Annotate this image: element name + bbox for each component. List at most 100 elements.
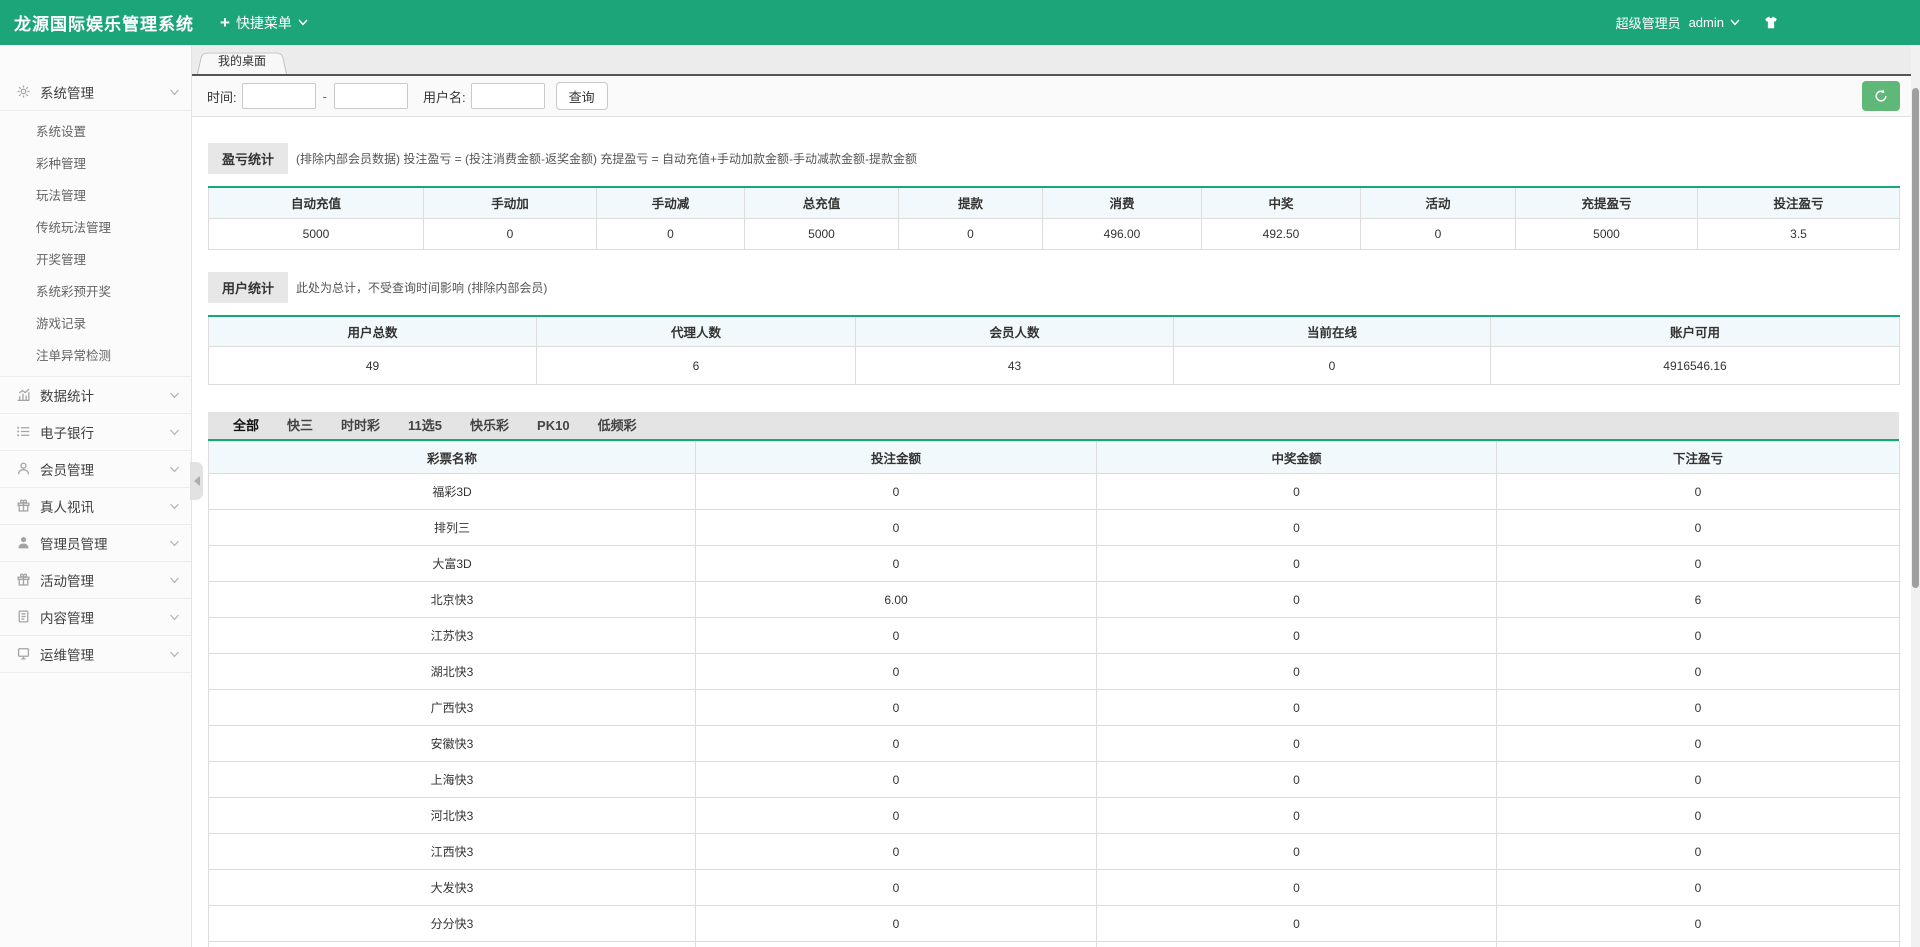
table-cell: 0	[1496, 869, 1900, 906]
game-tab-6[interactable]: PK10	[523, 412, 584, 439]
query-toolbar: 时间: - 用户名: 查询	[192, 76, 1920, 117]
sidebar-item-label: 真人视讯	[40, 500, 94, 515]
chevron-down-icon	[169, 651, 180, 658]
time-label: 时间:	[207, 89, 237, 105]
column-header: 代理人数	[536, 315, 856, 347]
sidebar-subitem-system-mgmt-6[interactable]: 系统彩预开奖	[0, 276, 191, 308]
tab-my-desktop[interactable]: 我的桌面	[197, 50, 287, 74]
table-cell: 49	[208, 346, 537, 385]
tab-label: 我的桌面	[218, 54, 267, 68]
table-cell: 0	[1096, 509, 1497, 546]
sidebar-item-label: 系统管理	[40, 86, 94, 101]
header-right: 超级管理员 admin	[1616, 13, 1780, 32]
column-header: 彩票名称	[208, 441, 696, 474]
game-tab-7[interactable]: 低频彩	[584, 412, 651, 439]
column-header: 活动	[1360, 186, 1516, 219]
sidebar-subitem-system-mgmt-3[interactable]: 玩法管理	[0, 180, 191, 212]
user-menu[interactable]: admin	[1689, 15, 1740, 30]
app-header: 龙源国际娱乐管理系统 + 快捷菜单 超级管理员 admin	[0, 0, 1920, 45]
sidebar-subitem-system-mgmt-4[interactable]: 传统玩法管理	[0, 212, 191, 244]
profit-table: 自动充值 手动加 手动减 总充值 提款 消费 中奖 活动 充提盈亏 投注盈亏 5000 0 0 5000 0…	[208, 186, 1900, 250]
game-tab-5[interactable]: 快乐彩	[456, 412, 523, 439]
table-row: 广西快3 0 0 0	[208, 689, 1900, 726]
table-cell: 上海快3	[208, 761, 696, 798]
table-cell: 大发快3	[208, 869, 696, 906]
sidebar-item-content-mgmt[interactable]: 内容管理	[0, 599, 191, 636]
sidebar-subitem-system-mgmt-1[interactable]: 系统设置	[0, 116, 191, 148]
lottery-table: 彩票名称 投注金额 中奖金额 下注盈亏 福彩3D 0 0 0 排列三 0 0 0 大富3D 0 0 0 北京快3…	[208, 441, 1900, 947]
sidebar-menu: 系统管理系统设置 彩种管理 玩法管理 传统玩法管理 开奖管理 系统彩预开奖 游戏记录 注单异常…	[0, 74, 191, 673]
sidebar-item-e-bank[interactable]: 电子银行	[0, 414, 191, 451]
sidebar-subitem-system-mgmt-8[interactable]: 注单异常检测	[0, 340, 191, 372]
table-cell: 大富3D	[208, 545, 696, 582]
sidebar-subitem-system-mgmt-7[interactable]: 游戏记录	[0, 308, 191, 340]
table-cell: 0	[695, 509, 1097, 546]
scrollbar-track[interactable]	[1911, 45, 1920, 947]
users-section-desc: 此处为总计，不受查询时间影响 (排除内部会员)	[296, 280, 548, 295]
table-header-row: 彩票名称 投注金额 中奖金额 下注盈亏	[208, 441, 1900, 474]
game-tab-2[interactable]: 快三	[273, 412, 327, 439]
table-cell	[1496, 941, 1900, 947]
sidebar-item-ops-mgmt[interactable]: 运维管理	[0, 636, 191, 673]
chevron-down-icon	[169, 614, 180, 621]
table-cell: 0	[1496, 509, 1900, 546]
table-cell: 江西快3	[208, 833, 696, 870]
app-title: 龙源国际娱乐管理系统	[14, 15, 194, 34]
table-row: 排列三 0 0 0	[208, 509, 1900, 546]
table-cell: 0	[1496, 761, 1900, 798]
theme-tshirt-icon[interactable]	[1762, 15, 1780, 30]
table-cell: 0	[695, 689, 1097, 726]
sidebar-item-label: 数据统计	[40, 389, 94, 404]
sidebar-subitem-system-mgmt-2[interactable]: 彩种管理	[0, 148, 191, 180]
profit-section-title: 盈亏统计	[208, 143, 289, 174]
table-row: 5000 0 0 5000 0 496.00 492.50 0 5000 3.5	[208, 217, 1900, 250]
game-tab-3[interactable]: 时时彩	[327, 412, 394, 439]
gift-icon	[16, 498, 32, 514]
chevron-down-icon	[169, 429, 180, 436]
column-header: 会员人数	[855, 315, 1174, 347]
query-button[interactable]: 查询	[555, 82, 608, 110]
sidebar-item-label: 内容管理	[40, 611, 94, 626]
column-header: 手动减	[596, 186, 745, 219]
users-table: 用户总数 代理人数 会员人数 当前在线 账户可用 49 6 43 0 4916546.16	[208, 314, 1900, 385]
quick-menu-button[interactable]: + 快捷菜单	[220, 13, 308, 33]
users-section-header: 用户统计 此处为总计，不受查询时间影响 (排除内部会员)	[208, 271, 1899, 303]
table-row: 大富3D 0 0 0	[208, 545, 1900, 582]
refresh-button[interactable]	[1862, 81, 1900, 111]
table-cell: 0	[695, 869, 1097, 906]
date-from-input[interactable]	[241, 83, 316, 109]
table-header-row: 用户总数 代理人数 会员人数 当前在线 账户可用	[208, 315, 1900, 347]
chevron-down-icon	[169, 577, 180, 584]
profit-section-desc: (排除内部会员数据) 投注盈亏 = (投注消费金额-返奖金额) 充提盈亏 = 自…	[296, 152, 918, 166]
sidebar-item-live-video[interactable]: 真人视讯	[0, 488, 191, 525]
sidebar-item-member-mgmt[interactable]: 会员管理	[0, 451, 191, 488]
table-cell: 排列三	[208, 509, 696, 546]
table-cell: 0	[695, 905, 1097, 942]
table-row: 安徽快3 0 0 0	[208, 725, 1900, 762]
table-header-row: 自动充值 手动加 手动减 总充值 提款 消费 中奖 活动 充提盈亏 投注盈亏	[208, 186, 1900, 219]
sidebar-item-label: 活动管理	[40, 574, 94, 589]
table-cell: 0	[695, 545, 1097, 582]
table-cell: 0	[1496, 545, 1900, 582]
date-to-input[interactable]	[333, 83, 408, 109]
scrollbar-thumb[interactable]	[1912, 88, 1919, 588]
sidebar-item-data-stats[interactable]: 数据统计	[0, 377, 191, 414]
username-input[interactable]	[470, 83, 545, 109]
table-cell: 43	[855, 346, 1174, 385]
sidebar-item-label: 管理员管理	[40, 537, 108, 552]
table-cell: 0	[1096, 545, 1497, 582]
quick-menu-label: 快捷菜单	[235, 14, 292, 31]
sidebar-item-activity-mgmt[interactable]: 活动管理	[0, 562, 191, 599]
refresh-icon	[1873, 88, 1889, 104]
game-tab-1[interactable]: 全部	[219, 412, 273, 439]
game-tab-4[interactable]: 11选5	[394, 412, 456, 439]
column-header: 投注金额	[695, 441, 1097, 474]
username-field-label: 用户名:	[422, 89, 466, 105]
sidebar-subitem-system-mgmt-5[interactable]: 开奖管理	[0, 244, 191, 276]
sidebar-item-admin-mgmt[interactable]: 管理员管理	[0, 525, 191, 562]
sidebar-item-system-mgmt[interactable]: 系统管理	[0, 74, 191, 111]
table-cell: 496.00	[1042, 217, 1202, 250]
column-header: 中奖金额	[1096, 441, 1497, 474]
sidebar-collapse-handle[interactable]	[190, 462, 203, 500]
table-cell: 0	[695, 833, 1097, 870]
